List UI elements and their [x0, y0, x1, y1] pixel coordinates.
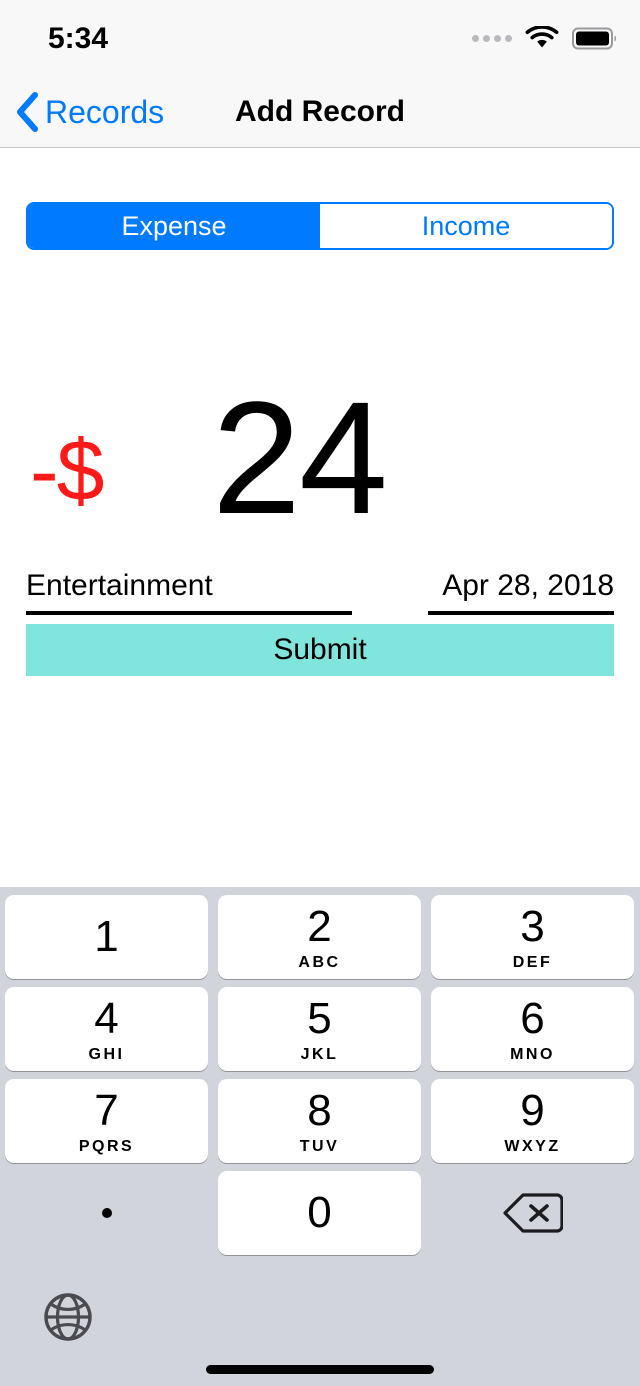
keypad-cell: 4 GHI	[5, 987, 208, 1071]
keypad-cell: 8 TUV	[218, 1079, 421, 1163]
keypad-row: 4 GHI 5 JKL 6 MNO	[0, 987, 640, 1071]
key-5[interactable]: 5 JKL	[218, 987, 421, 1071]
key-3[interactable]: 3 DEF	[431, 895, 634, 979]
key-1[interactable]: 1	[5, 895, 208, 979]
keypad-cell: 5 JKL	[218, 987, 421, 1071]
keypad-grid: 1 2 ABC 3 DEF 4 GHI 5 JKL 6 MNO 7 PQRS 8…	[0, 895, 640, 1263]
keyboard-language-button[interactable]	[42, 1291, 94, 1343]
key-5-digit: 5	[307, 993, 332, 1043]
phone-screen: 5:34 Records Add Record Expense Income -…	[0, 0, 640, 1386]
key-8-digit: 8	[307, 1085, 332, 1135]
key-3-digit: 3	[520, 901, 545, 951]
category-field-underline	[26, 611, 352, 615]
category-field-value: Entertainment	[26, 569, 213, 602]
key-7[interactable]: 7 PQRS	[5, 1079, 208, 1163]
amount-sign: -$	[30, 423, 104, 519]
period-dot-icon	[101, 1208, 112, 1218]
cellular-signal-icon	[472, 34, 512, 42]
status-indicators	[472, 26, 618, 51]
key-0[interactable]: 0	[218, 1171, 421, 1255]
keypad-cell: 7 PQRS	[5, 1079, 208, 1163]
key-6[interactable]: 6 MNO	[431, 987, 634, 1071]
segment-income[interactable]: Income	[320, 204, 612, 248]
keypad-row: 7 PQRS 8 TUV 9 WXYZ	[0, 1079, 640, 1163]
key-2[interactable]: 2 ABC	[218, 895, 421, 979]
key-8[interactable]: 8 TUV	[218, 1079, 421, 1163]
keypad-cell: 6 MNO	[431, 987, 634, 1071]
globe-icon	[44, 1293, 92, 1341]
keypad-cell	[5, 1171, 208, 1255]
key-8-letters: TUV	[299, 1137, 340, 1155]
keypad-row: 1 2 ABC 3 DEF	[0, 895, 640, 979]
key-backspace[interactable]	[431, 1171, 634, 1255]
key-3-letters: DEF	[512, 953, 553, 971]
key-2-letters: ABC	[298, 953, 341, 971]
key-2-digit: 2	[307, 901, 332, 951]
date-field-value: Apr 28, 2018	[442, 569, 614, 602]
key-6-digit: 6	[520, 993, 545, 1043]
backspace-icon	[502, 1193, 563, 1233]
keypad-cell: 1	[5, 895, 208, 979]
amount-value[interactable]: 24	[212, 378, 388, 538]
keypad-cell: 3 DEF	[431, 895, 634, 979]
key-7-letters: PQRS	[78, 1137, 135, 1155]
battery-full-icon	[572, 27, 617, 50]
keypad-cell: 2 ABC	[218, 895, 421, 979]
key-4[interactable]: 4 GHI	[5, 987, 208, 1071]
key-0-digit: 0	[307, 1188, 332, 1237]
page-title: Add Record	[234, 94, 405, 128]
type-segmented-control[interactable]: Expense Income	[26, 202, 614, 250]
category-field[interactable]: Entertainment	[26, 566, 352, 615]
navigation-bar: Records Add Record	[0, 76, 640, 148]
date-field[interactable]: Apr 28, 2018	[428, 566, 614, 615]
home-indicator[interactable]	[206, 1365, 434, 1374]
key-4-digit: 4	[94, 993, 119, 1043]
keypad-cell: 9 WXYZ	[431, 1079, 634, 1163]
key-9-letters: WXYZ	[504, 1137, 561, 1155]
keypad-cell	[431, 1171, 634, 1255]
segment-expense[interactable]: Expense	[28, 204, 320, 248]
amount-display: -$ 24	[0, 330, 640, 538]
status-bar: 5:34	[0, 0, 640, 76]
key-6-letters: MNO	[510, 1045, 555, 1063]
wifi-icon	[525, 26, 559, 48]
keypad-row: 0	[0, 1171, 640, 1255]
key-9[interactable]: 9 WXYZ	[431, 1079, 634, 1163]
numeric-keypad: 1 2 ABC 3 DEF 4 GHI 5 JKL 6 MNO 7 PQRS 8…	[0, 887, 640, 1386]
key-9-digit: 9	[520, 1085, 545, 1135]
submit-button[interactable]: Submit	[26, 624, 614, 676]
date-field-underline	[428, 611, 614, 615]
status-time: 5:34	[48, 22, 109, 55]
keypad-cell: 0	[218, 1171, 421, 1255]
key-4-letters: GHI	[88, 1045, 125, 1063]
key-7-digit: 7	[94, 1085, 119, 1135]
key-period[interactable]	[5, 1171, 208, 1255]
key-1-digit: 1	[94, 912, 119, 961]
key-5-letters: JKL	[300, 1045, 339, 1063]
